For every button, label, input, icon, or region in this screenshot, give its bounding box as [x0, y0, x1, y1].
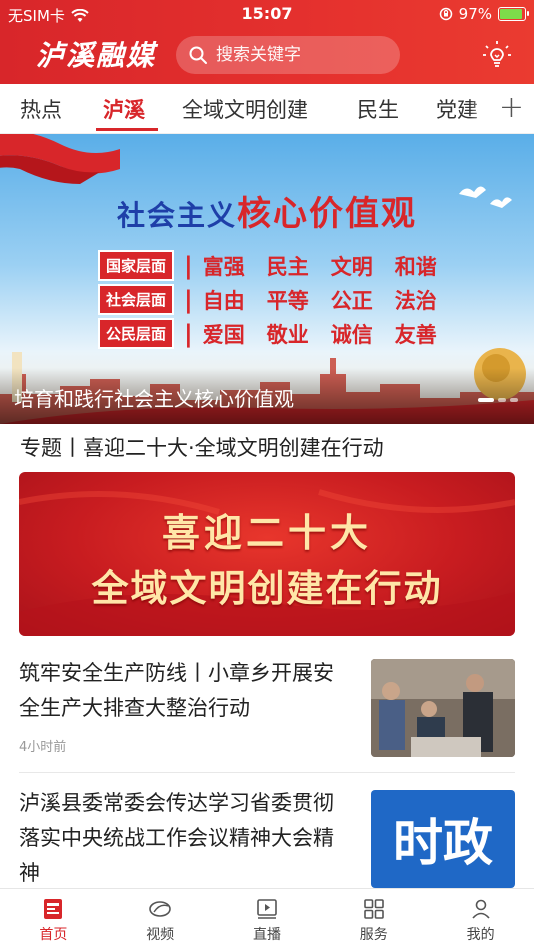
- values-row-social: 社会层面 | 自由 平等 公正 法治: [98, 284, 459, 315]
- nav-label: 首页: [39, 927, 68, 943]
- nav-live[interactable]: 直播: [214, 889, 321, 950]
- search-input[interactable]: [216, 45, 386, 65]
- services-icon: [363, 899, 384, 919]
- news-thumbnail: [371, 659, 515, 757]
- banner-caption: 培育和践行社会主义核心价值观: [14, 387, 294, 411]
- nav-label: 直播: [252, 927, 281, 943]
- hero-banner[interactable]: 社会主义核心价值观 国家层面 | 富强 民主 文明 和谐 社会层面 | 自由 平…: [0, 134, 534, 424]
- nav-video[interactable]: 视频: [107, 889, 214, 950]
- battery-icon: [498, 7, 529, 21]
- value-word: 法治: [394, 288, 437, 313]
- news-item[interactable]: 泸溪县委常委会传达学习省委贯彻落实中央统战工作会议精神大会精神 时政: [19, 786, 515, 891]
- news-divider: [19, 772, 515, 773]
- values-row-national: 国家层面 | 富强 民主 文明 和谐: [98, 250, 459, 281]
- tab-luxi[interactable]: 泸溪: [103, 94, 145, 124]
- values-level-label: 社会层面: [98, 284, 175, 315]
- active-tab-indicator: [96, 128, 158, 131]
- nav-home[interactable]: 首页: [0, 889, 107, 950]
- nav-label: 视频: [146, 927, 175, 943]
- app-screen: 无SIM卡 15:07 97% 泸溪融媒 搜索关键字 热点 泸溪 全域文明创建 …: [0, 0, 534, 950]
- search-box[interactable]: [176, 36, 400, 74]
- home-icon: [44, 899, 63, 919]
- status-right: 97%: [439, 5, 529, 23]
- tabs-fade: [470, 84, 490, 132]
- topic-banner-line2: 全域文明创建在行动: [91, 567, 443, 610]
- topic-banner[interactable]: 喜迎二十大 全域文明创建在行动: [19, 472, 515, 636]
- profile-icon: [471, 899, 490, 919]
- nav-profile[interactable]: 我的: [427, 889, 534, 950]
- values-level-label: 国家层面: [98, 250, 175, 281]
- status-bar: 无SIM卡 15:07 97%: [0, 0, 534, 28]
- nav-label: 我的: [466, 927, 495, 943]
- topic-title[interactable]: 专题丨喜迎二十大·全域文明创建在行动: [20, 432, 384, 462]
- tab-hot[interactable]: 热点: [20, 94, 62, 124]
- nav-services[interactable]: 服务: [320, 889, 427, 950]
- video-icon: [149, 901, 171, 917]
- tab-civilization[interactable]: 全域文明创建: [182, 94, 308, 124]
- news-title: 筑牢安全生产防线丨小章乡开展安全生产大排查大整治行动: [19, 661, 334, 720]
- politics-label: 时政: [393, 814, 493, 872]
- search-icon: [189, 46, 207, 64]
- live-icon: [257, 899, 277, 919]
- channel-tabs: 热点 泸溪 全域文明创建 民生 党建 +: [0, 84, 534, 134]
- battery-level-fill: [500, 9, 523, 19]
- add-channel-icon[interactable]: +: [499, 90, 524, 125]
- news-thumbnail: 时政: [371, 790, 515, 888]
- tab-livelihood[interactable]: 民生: [357, 94, 399, 124]
- workers-photo: [371, 659, 515, 757]
- bottom-nav: 首页 视频 直播 服务 我的: [0, 888, 534, 950]
- carousel-indicator: [478, 398, 518, 402]
- news-item[interactable]: 筑牢安全生产防线丨小章乡开展安全生产大排查大整治行动 4小时前: [19, 656, 515, 757]
- app-header: 无SIM卡 15:07 97% 泸溪融媒: [0, 0, 534, 84]
- value-word: 自由: [202, 288, 245, 313]
- banner-headline-small: 社会主义: [116, 199, 237, 232]
- battery-percent: 97%: [458, 5, 492, 23]
- nav-label: 服务: [359, 927, 388, 943]
- value-word: 平等: [266, 288, 309, 313]
- banner-headline-big: 核心价值观: [237, 194, 417, 234]
- news-title: 泸溪县委常委会传达学习省委贯彻落实中央统战工作会议精神大会精神: [19, 791, 334, 885]
- topic-banner-line1: 喜迎二十大: [161, 511, 372, 555]
- value-word: 富强: [202, 254, 245, 279]
- lightbulb-icon[interactable]: [480, 38, 514, 72]
- value-word: 和谐: [394, 254, 437, 279]
- orientation-lock-icon: [439, 7, 452, 21]
- app-logo: 泸溪融媒: [36, 39, 157, 72]
- value-word: 公正: [330, 288, 373, 313]
- banner-headline: 社会主义核心价值观: [0, 186, 534, 235]
- value-word: 文明: [330, 254, 373, 279]
- value-word: 民主: [266, 254, 309, 279]
